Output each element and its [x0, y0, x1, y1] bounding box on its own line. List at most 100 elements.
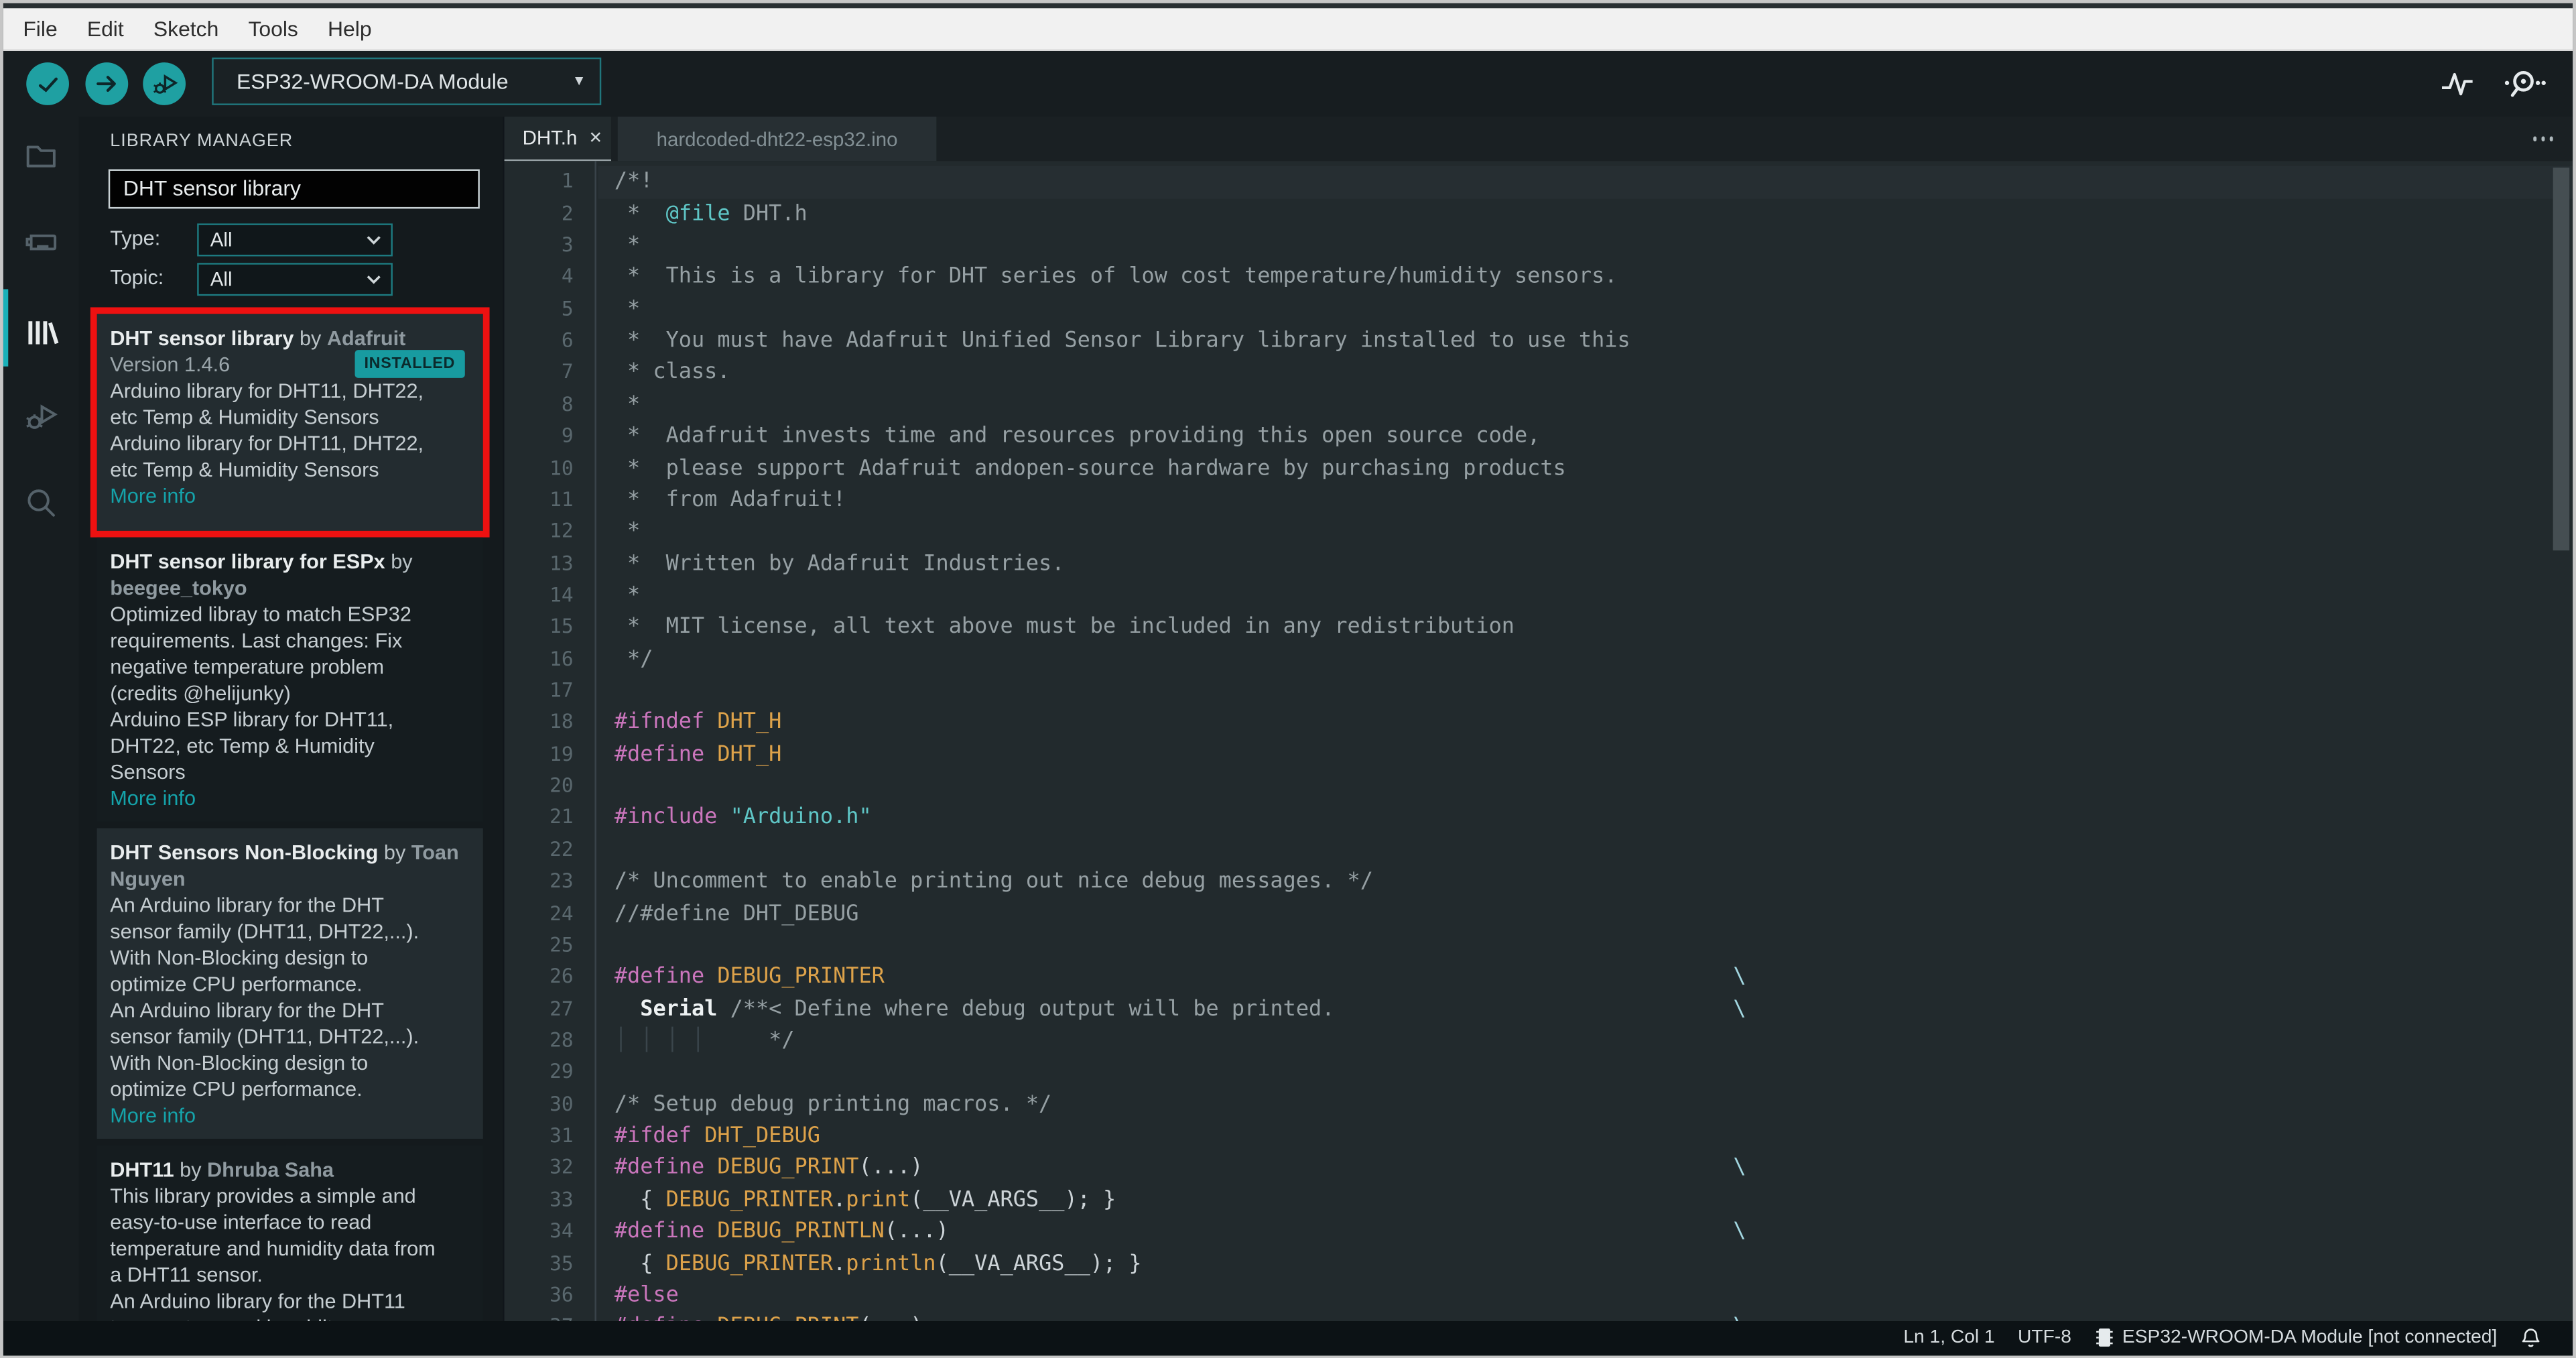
library-description-line: With Non-Blocking design to [110, 945, 369, 969]
code-line: #ifndef DHT_H [614, 711, 782, 735]
library-entry[interactable]: DHT Sensors Non-Blocking by Toan Nguyen A… [96, 827, 483, 1138]
line-number: 7 [561, 360, 574, 384]
line-number: 10 [550, 456, 574, 479]
type-filter-label: Type: [110, 227, 161, 250]
line-number: 22 [550, 837, 574, 861]
sidebar-item-debug[interactable] [3, 378, 79, 454]
library-author: Dhruba Saha [207, 1158, 334, 1181]
bell-icon [2522, 1329, 2540, 1347]
menu-bar: File Edit Sketch Tools Help [3, 8, 2573, 51]
code-content: /*! * @file DHT.h * * This is a library … [598, 161, 2573, 1320]
sidebar-item-sketchbook[interactable] [3, 119, 79, 194]
code-line: Serial /**< Define where debug output wi… [640, 997, 1746, 1022]
line-number: 34 [550, 1219, 574, 1243]
code-line: #ifdef DHT_DEBUG [614, 1124, 820, 1149]
line-number: 2 [561, 201, 574, 225]
tab-sketch-ino[interactable]: hardcoded-dht22-esp32.ino [617, 117, 937, 162]
code-line: │ │ │ │ */ [614, 1028, 795, 1054]
board-status-label: ESP32-WROOM-DA Module [not connected] [2122, 1327, 2498, 1348]
tab-label: hardcoded-dht22-esp32.ino [656, 127, 898, 151]
line-number: 1 [561, 170, 574, 193]
line-number: 23 [550, 869, 574, 893]
library-description-line: Optimized libray to match ESP32 [110, 602, 411, 625]
serial-monitor-button[interactable] [2504, 68, 2547, 101]
more-info-link[interactable]: More info [110, 785, 470, 811]
menu-item-sketch[interactable]: Sketch [139, 17, 234, 42]
code-line: * MIT license, all text above must be in… [614, 615, 1515, 640]
code-line: * please support Adafruit andopen-source… [614, 456, 1566, 481]
board-selector[interactable]: ESP32-WROOM-DA Module ▾ [212, 57, 602, 105]
code-line: * [614, 519, 641, 545]
code-editor[interactable]: 1 2 3 4 5 6 7 8 9 10 11 12 13 14 15 16 17 18 19 20 21 22 23 24 2… [504, 161, 2573, 1320]
line-number: 28 [550, 1028, 574, 1052]
line-number: 17 [550, 678, 574, 702]
chevron-down-icon [367, 274, 381, 284]
topic-filter-select[interactable]: All [197, 262, 393, 296]
chip-icon [2096, 1329, 2113, 1347]
library-description-line: temperature and humidity data from [110, 1236, 436, 1260]
code-line: * Written by Adafruit Industries. [614, 551, 1065, 576]
library-description-line: temperature and humidity sensor [110, 1314, 470, 1320]
close-icon[interactable]: ✕ [588, 129, 602, 147]
by-label: by [385, 550, 413, 573]
line-number: 5 [561, 297, 574, 320]
library-entry[interactable]: DHT sensor library by Adafruit Version 1.… [90, 306, 490, 537]
line-number: 14 [550, 583, 574, 607]
library-description-line: An Arduino library for the DHT [110, 893, 385, 916]
folder-icon [26, 145, 56, 168]
serial-plotter-button[interactable] [2440, 68, 2474, 101]
menu-item-file[interactable]: File [8, 17, 72, 42]
code-line: * [614, 583, 641, 608]
library-description-line: An Arduino library for the DHT [110, 998, 385, 1022]
code-line: * [614, 297, 641, 322]
type-filter-select[interactable]: All [197, 223, 393, 256]
line-number: 25 [550, 933, 574, 956]
code-line: * Adafruit invests time and resources pr… [614, 424, 1541, 449]
check-icon [38, 76, 57, 92]
line-number: 26 [550, 965, 574, 989]
library-name: DHT11 [110, 1158, 174, 1181]
more-info-link[interactable]: More info [110, 1102, 470, 1128]
code-line: /* Setup debug printing macros. */ [614, 1092, 1052, 1117]
line-number: 9 [561, 424, 574, 448]
library-version: Version 1.4.6 INSTALLED [110, 349, 470, 377]
upload-button[interactable] [85, 62, 129, 105]
tab-dht-h[interactable]: DHT.h ✕ [504, 117, 611, 162]
board-status[interactable]: ESP32-WROOM-DA Module [not connected] [2094, 1326, 2497, 1349]
editor-area: DHT.h ✕ hardcoded-dht22-esp32.ino 123456… [503, 117, 2573, 1320]
line-number: 32 [550, 1156, 574, 1179]
sidebar-item-boards-manager[interactable] [3, 204, 79, 280]
menu-item-edit[interactable]: Edit [72, 17, 139, 42]
library-entry[interactable]: DHT sensor library for ESPx by beegee_to… [96, 536, 483, 821]
code-line: #define DEBUG_PRINT(...)\ [598, 1312, 2573, 1320]
toolbar: ESP32-WROOM-DA Module ▾ [3, 50, 2573, 117]
menu-item-help[interactable]: Help [313, 17, 387, 42]
menu-item-tools[interactable]: Tools [233, 17, 313, 42]
scrollbar-thumb[interactable] [2553, 168, 2570, 551]
sidebar-item-search[interactable] [3, 465, 79, 540]
line-number: 16 [550, 647, 574, 670]
topic-filter-label: Topic: [110, 266, 164, 290]
library-manager-panel: LIBRARY MANAGER Type: All Topic: All DHT… [78, 117, 503, 1320]
library-search-input[interactable] [108, 168, 480, 208]
by-label: by [378, 840, 411, 864]
sidebar-item-library-manager[interactable] [3, 294, 79, 370]
library-entry[interactable]: DHT11 by Dhruba Saha This library provide… [96, 1144, 483, 1320]
notifications-button[interactable] [2520, 1326, 2542, 1349]
library-description-line: Arduino library for DHT11, DHT22, [110, 431, 424, 454]
verify-button[interactable] [26, 62, 69, 105]
more-actions-icon[interactable] [2532, 136, 2553, 141]
by-label: by [174, 1158, 208, 1181]
library-name: DHT Sensors Non-Blocking [110, 840, 379, 864]
more-info-link[interactable]: More info [110, 483, 470, 509]
code-line: { DEBUG_PRINTER.print(__VA_ARGS__); } [614, 1187, 1116, 1213]
library-name: DHT sensor library [110, 326, 294, 349]
line-number: 30 [550, 1092, 574, 1115]
code-line: /*! [598, 166, 2573, 198]
line-number: 4 [561, 265, 574, 288]
debug-button[interactable] [143, 62, 186, 105]
